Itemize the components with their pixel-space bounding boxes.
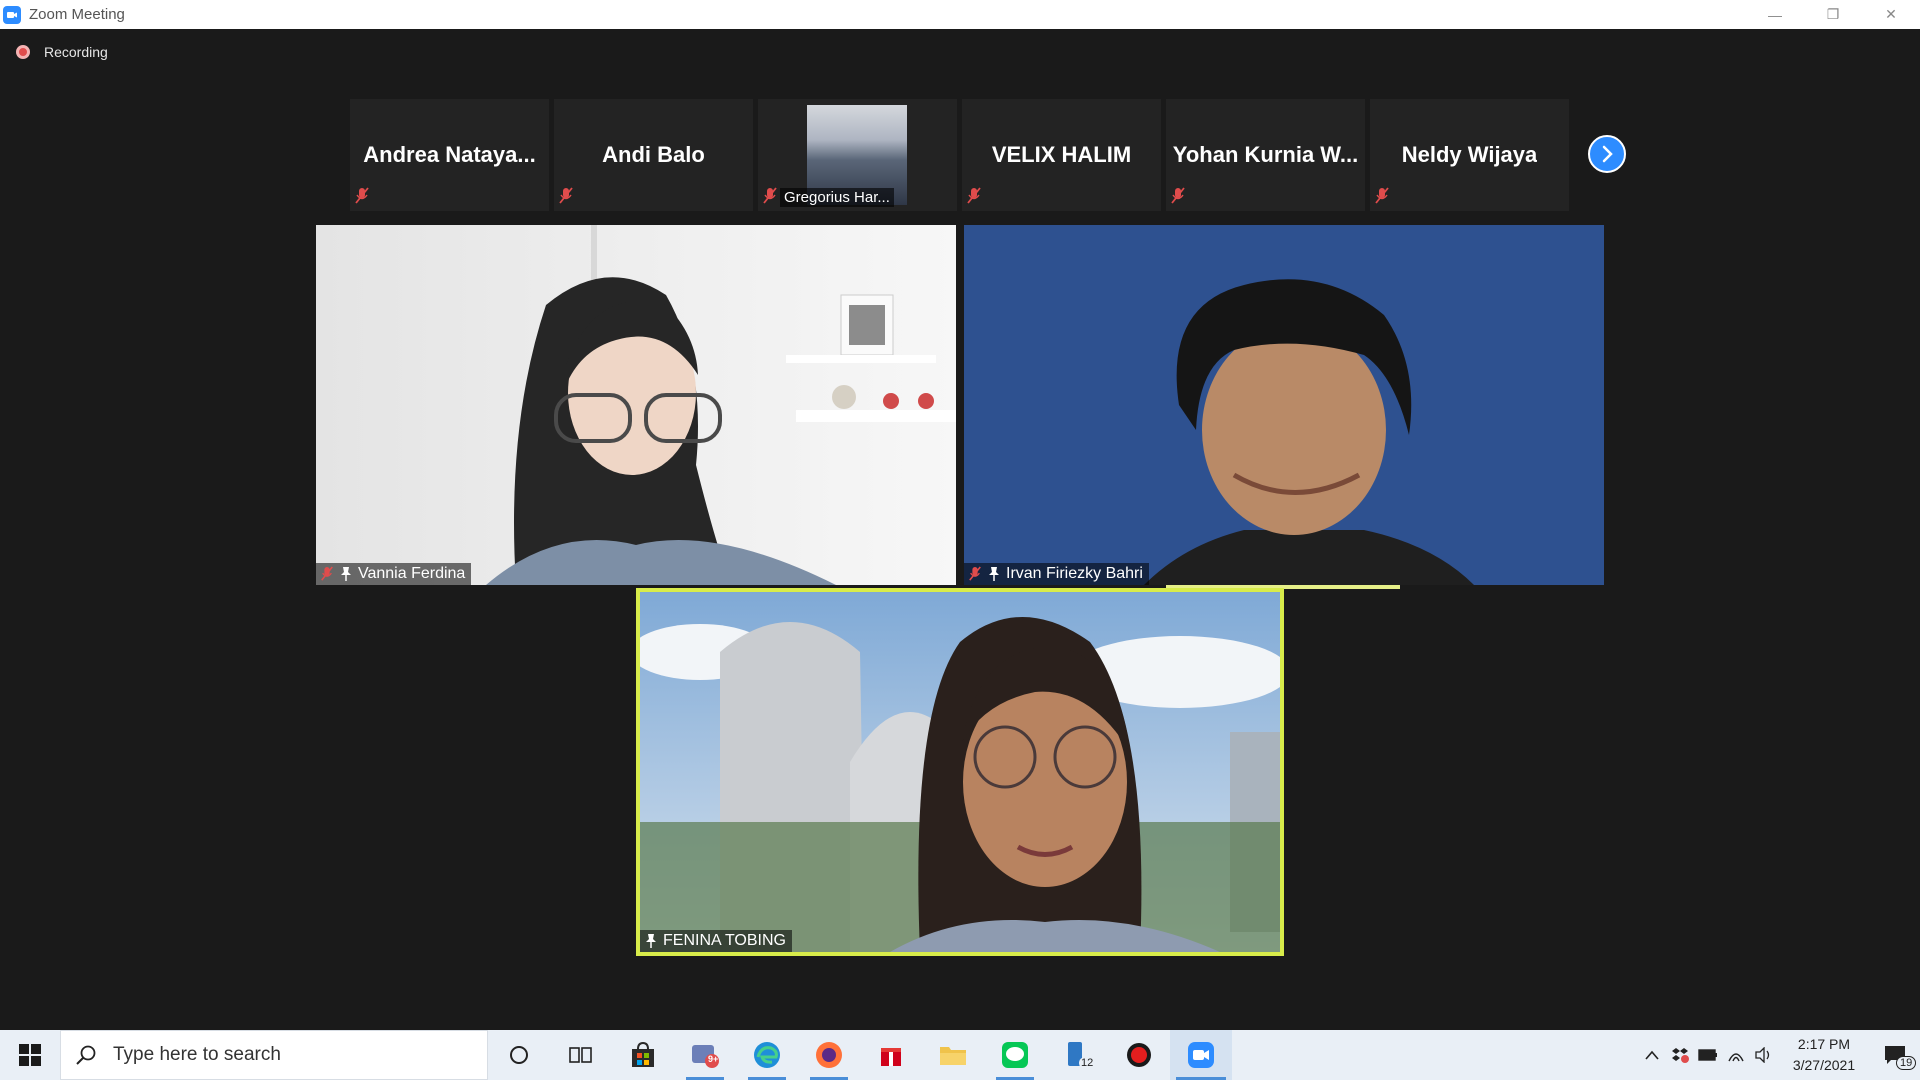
tray-volume[interactable] bbox=[1750, 1030, 1778, 1080]
video-tile-vannia[interactable]: Vannia Ferdina bbox=[316, 225, 956, 585]
notification-count: 19 bbox=[1896, 1056, 1917, 1070]
participant-name: Yohan Kurnia W... bbox=[1172, 142, 1359, 167]
pin-icon bbox=[646, 934, 656, 948]
participant-name: FENINA TOBING bbox=[663, 932, 786, 949]
muted-mic-icon bbox=[763, 187, 777, 204]
window-titlebar: Zoom Meeting — ❐ ✕ bbox=[0, 0, 1920, 29]
muted-mic-icon bbox=[1171, 187, 1185, 204]
video-tile-irvan[interactable]: Irvan Firiezky Bahri bbox=[964, 225, 1604, 585]
clock-time: 2:17 PM bbox=[1797, 1036, 1851, 1052]
restore-button[interactable]: ❐ bbox=[1804, 0, 1862, 29]
taskbar-app-line[interactable] bbox=[984, 1030, 1046, 1080]
participant-thumbnail[interactable]: Yohan Kurnia W... bbox=[1166, 99, 1365, 211]
tray-network[interactable] bbox=[1722, 1030, 1750, 1080]
search-placeholder: Type here to search bbox=[113, 1044, 281, 1065]
recorder-icon bbox=[1127, 1043, 1151, 1067]
tray-battery[interactable] bbox=[1694, 1030, 1722, 1080]
line-icon bbox=[1002, 1042, 1028, 1068]
recording-indicator[interactable]: Recording bbox=[16, 44, 108, 60]
participant-thumbnail[interactable]: VELIX HALIM bbox=[962, 99, 1161, 211]
muted-mic-icon bbox=[321, 566, 333, 581]
participant-label: Irvan Firiezky Bahri bbox=[964, 563, 1149, 585]
edge-icon bbox=[754, 1042, 780, 1068]
system-tray: 2:17 PM 3/27/2021 19 bbox=[1638, 1030, 1920, 1080]
taskbar-search[interactable]: Type here to search bbox=[60, 1030, 488, 1080]
dropbox-icon bbox=[1672, 1048, 1689, 1063]
taskbar-app-edge[interactable] bbox=[736, 1030, 798, 1080]
windows-taskbar: Type here to search 9+ 12 2:17 PM 3/27/2… bbox=[0, 1030, 1920, 1080]
meeting-area: Recording Andrea Nataya... Andi Balo Gre… bbox=[0, 29, 1920, 1030]
taskbar-app-firefox[interactable] bbox=[798, 1030, 860, 1080]
action-center-button[interactable]: 19 bbox=[1870, 1030, 1920, 1080]
participant-video bbox=[486, 225, 956, 585]
wifi-icon bbox=[1728, 1053, 1744, 1062]
muted-mic-icon bbox=[559, 187, 573, 204]
windows-logo-icon bbox=[19, 1044, 41, 1066]
clock-date: 3/27/2021 bbox=[1792, 1057, 1856, 1073]
search-icon bbox=[76, 1045, 96, 1065]
participant-name: Andrea Nataya... bbox=[363, 142, 536, 167]
participant-name: Irvan Firiezky Bahri bbox=[1006, 565, 1143, 582]
zoom-app-icon bbox=[3, 5, 21, 24]
taskbar-app-gift[interactable] bbox=[860, 1030, 922, 1080]
cortana-icon bbox=[510, 1046, 528, 1064]
close-button[interactable]: ✕ bbox=[1862, 0, 1920, 29]
minimize-button[interactable]: — bbox=[1746, 0, 1804, 29]
muted-mic-icon bbox=[1375, 187, 1389, 204]
meet-badge: 9+ bbox=[708, 1054, 719, 1064]
participant-thumbnail[interactable]: Andrea Nataya... bbox=[350, 99, 549, 211]
participant-name: Vannia Ferdina bbox=[358, 565, 466, 582]
start-button[interactable] bbox=[0, 1030, 60, 1080]
participant-name: Andi Balo bbox=[602, 142, 705, 167]
firefox-icon bbox=[816, 1042, 842, 1068]
recording-label: Recording bbox=[44, 44, 108, 60]
phone-badge: 12 bbox=[1079, 1057, 1096, 1069]
recording-icon bbox=[16, 45, 30, 59]
pin-icon bbox=[989, 567, 999, 581]
participant-name: Neldy Wijaya bbox=[1401, 142, 1538, 167]
window-title: Zoom Meeting bbox=[29, 6, 125, 23]
battery-icon bbox=[1698, 1049, 1717, 1061]
task-view-icon bbox=[569, 1047, 592, 1063]
store-icon bbox=[632, 1041, 654, 1067]
taskbar-app-phone[interactable]: 12 bbox=[1046, 1030, 1108, 1080]
gift-icon bbox=[881, 1048, 901, 1066]
tray-dropbox[interactable] bbox=[1666, 1030, 1694, 1080]
video-tile-fenina[interactable]: FENINA TOBING bbox=[636, 588, 1284, 956]
taskbar-app-recorder[interactable] bbox=[1108, 1030, 1170, 1080]
participant-thumbnail[interactable]: Gregorius Har... bbox=[758, 99, 957, 211]
taskbar-app-meet[interactable]: 9+ bbox=[674, 1030, 736, 1080]
tray-overflow-button[interactable] bbox=[1638, 1030, 1666, 1080]
taskbar-clock[interactable]: 2:17 PM 3/27/2021 bbox=[1778, 1034, 1870, 1076]
muted-mic-icon bbox=[967, 187, 981, 204]
next-page-button[interactable] bbox=[1588, 135, 1626, 173]
taskbar-app-explorer[interactable] bbox=[922, 1030, 984, 1080]
participant-thumbnail[interactable]: Andi Balo bbox=[554, 99, 753, 211]
participant-name: VELIX HALIM bbox=[991, 142, 1132, 167]
task-view-button[interactable] bbox=[550, 1030, 612, 1080]
cortana-button[interactable] bbox=[488, 1030, 550, 1080]
participant-video bbox=[640, 592, 1280, 952]
muted-mic-icon bbox=[355, 187, 369, 204]
participant-label: FENINA TOBING bbox=[640, 930, 792, 952]
volume-icon bbox=[1755, 1047, 1770, 1063]
chevron-up-icon bbox=[1645, 1050, 1659, 1060]
muted-mic-icon bbox=[969, 566, 981, 581]
chevron-right-icon bbox=[1602, 145, 1613, 163]
participant-thumbnail[interactable]: Neldy Wijaya bbox=[1370, 99, 1569, 211]
taskbar-app-zoom[interactable] bbox=[1170, 1030, 1232, 1080]
participant-strip: Andrea Nataya... Andi Balo Gregorius Har… bbox=[350, 99, 1569, 211]
pin-icon bbox=[341, 567, 351, 581]
taskbar-app-store[interactable] bbox=[612, 1030, 674, 1080]
participant-name: Gregorius Har... bbox=[780, 188, 894, 207]
participant-label: Vannia Ferdina bbox=[316, 563, 472, 585]
zoom-icon bbox=[1188, 1042, 1214, 1068]
file-explorer-icon bbox=[940, 1047, 966, 1065]
participant-video bbox=[1144, 279, 1474, 585]
